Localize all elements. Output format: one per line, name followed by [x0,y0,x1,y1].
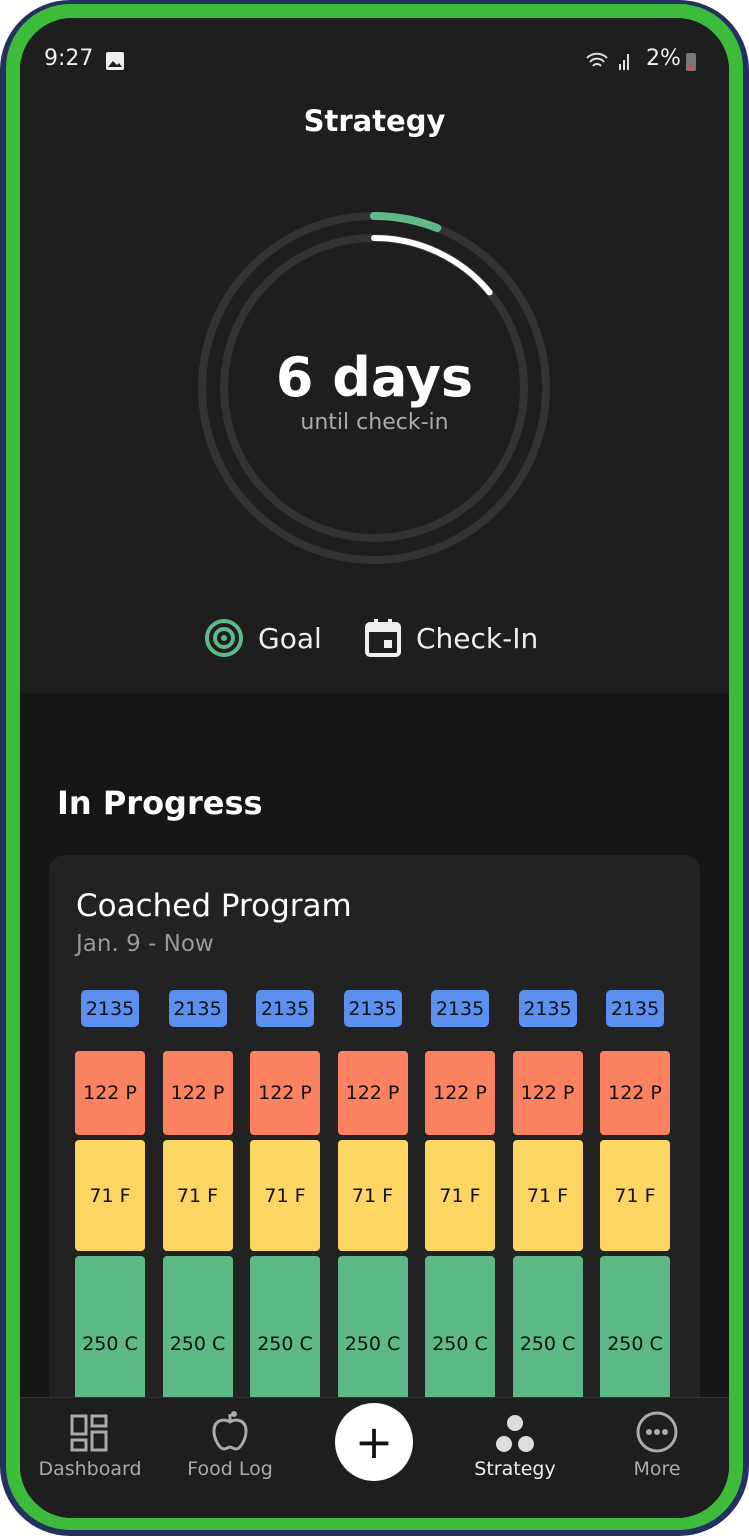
more-icon [636,1411,678,1453]
nav-food-log-label: Food Log [187,1458,273,1480]
calorie-badge: 2135 [256,990,314,1027]
calorie-badge: 2135 [518,990,577,1027]
fat-segment: 71 F [162,1140,233,1251]
calorie-badge: 2135 [168,990,227,1027]
battery-icon [686,53,696,71]
protein-segment: 122 P [337,1051,408,1135]
dashboard-icon [70,1414,108,1452]
wifi-signal-icon [586,52,629,70]
calorie-badge: 2135 [606,990,664,1027]
fat-segment: 71 F [425,1140,495,1251]
protein-segment: 122 P [600,1051,670,1135]
target-icon [205,619,243,657]
calendar-icon [365,619,401,657]
days-until-checkin: 6 days [275,346,474,409]
bottom-nav: Dashboard Food Log + Strategy More [20,1397,729,1518]
calorie-badge: 2135 [431,990,489,1027]
nav-more-label: More [633,1458,681,1480]
protein-segment: 122 P [75,1051,145,1135]
protein-segment: 122 P [512,1051,583,1135]
calorie-badge: 2135 [81,990,139,1027]
nav-dashboard[interactable]: Dashboard [20,1398,160,1480]
program-title: Coached Program [76,888,352,924]
nav-strategy-label: Strategy [474,1458,556,1480]
screen: 9:27 2% Strategy 6 days until check-in G… [20,18,729,1518]
program-dates: Jan. 9 - Now [76,931,214,957]
protein-segment: 122 P [250,1051,320,1135]
nav-food-log[interactable]: Food Log [160,1398,300,1480]
section-title: In Progress [57,784,263,822]
add-button[interactable]: + [335,1403,413,1481]
nav-strategy[interactable]: Strategy [445,1398,585,1480]
goal-button[interactable]: Goal [204,618,322,658]
protein-segment: 122 P [425,1051,495,1135]
image-icon [106,52,124,70]
fat-segment: 71 F [512,1140,583,1251]
fat-segment: 71 F [75,1140,145,1251]
apple-icon [212,1411,248,1451]
nav-more[interactable]: More [587,1398,727,1480]
goal-label: Goal [258,621,322,655]
checkin-label: Check-In [416,621,539,655]
battery-percent: 2% [646,46,681,71]
page-title: Strategy [303,104,446,138]
until-checkin-label: until check-in [300,410,449,435]
fat-segment: 71 F [600,1140,670,1251]
protein-segment: 122 P [162,1051,233,1135]
strategy-icon [496,1415,534,1452]
status-time: 9:27 [44,46,94,71]
checkin-button[interactable]: Check-In [364,618,538,658]
calorie-badge: 2135 [343,990,402,1027]
nav-dashboard-label: Dashboard [38,1458,142,1480]
fat-segment: 71 F [250,1140,320,1251]
fat-segment: 71 F [337,1140,408,1251]
